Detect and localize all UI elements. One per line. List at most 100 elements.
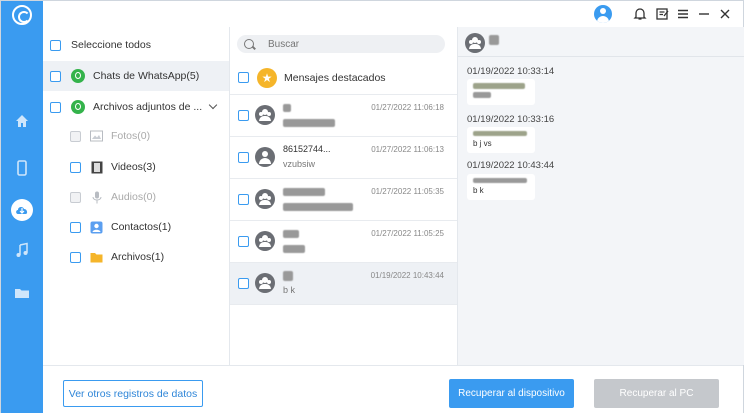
sub-item-videos[interactable]: Videos(3) (43, 154, 229, 180)
message-time: 01/19/2022 10:33:14 (467, 66, 555, 77)
videos-checkbox[interactable] (70, 161, 81, 173)
chat-checkbox[interactable] (238, 152, 249, 163)
close-icon[interactable] (716, 5, 734, 23)
star-icon: ★ (257, 67, 277, 88)
whatsapp-chats-checkbox[interactable] (50, 70, 61, 82)
chat-preview (283, 201, 353, 211)
chat-checkbox[interactable] (238, 110, 249, 121)
minimize-icon[interactable] (695, 5, 713, 23)
bell-icon[interactable] (631, 5, 649, 23)
featured-checkbox[interactable] (238, 72, 249, 83)
bottom-action-bar: Ver otros registros de datos Recuperar a… (43, 365, 743, 413)
chat-time: 01/19/2022 10:43:44 (370, 271, 444, 280)
feedback-icon[interactable] (653, 5, 671, 23)
cloud-icon[interactable] (14, 202, 30, 218)
videos-label: Videos(3) (111, 161, 156, 173)
left-rail (1, 1, 43, 413)
chat-time: 01/27/2022 11:06:13 (371, 145, 444, 154)
other-records-button[interactable]: Ver otros registros de datos (63, 380, 203, 407)
select-all-row[interactable]: Seleccione todos (43, 30, 229, 60)
search-input[interactable] (268, 38, 428, 50)
message-bubble: b k (467, 174, 535, 200)
conversation-panel: 01/19/2022 10:33:14 01/19/2022 10:33:16 … (458, 27, 744, 365)
chat-name (283, 102, 291, 112)
chat-name: 86152744... (283, 144, 331, 154)
files-checkbox[interactable] (70, 251, 81, 263)
chat-time: 01/27/2022 11:05:25 (371, 229, 444, 238)
folder-icon (90, 251, 103, 264)
message-text: b j vs (473, 139, 492, 148)
chat-preview (283, 117, 335, 127)
chat-item[interactable]: 86152744... vzubsiw 01/27/2022 11:06:13 (230, 137, 457, 179)
photos-checkbox (70, 130, 81, 142)
app-logo-icon (12, 5, 32, 25)
music-icon[interactable] (14, 242, 30, 258)
whatsapp-icon (71, 100, 85, 114)
recover-to-device-button[interactable]: Recuperar al dispositivo (449, 379, 574, 408)
featured-label: Mensajes destacados (284, 71, 386, 84)
chat-item[interactable]: b k 01/19/2022 10:43:44 (230, 263, 457, 305)
sub-item-audios: Audios(0) (43, 184, 229, 210)
conversation-header (458, 27, 744, 57)
chat-preview: vzubsiw (283, 159, 316, 169)
phone-icon[interactable] (14, 160, 30, 176)
sub-item-contacts[interactable]: Contactos(1) (43, 214, 229, 240)
image-icon (90, 130, 103, 143)
chat-name (283, 186, 325, 196)
chat-checkbox[interactable] (238, 278, 249, 289)
search-icon (244, 39, 254, 49)
whatsapp-icon (71, 69, 85, 83)
chevron-down-icon[interactable] (208, 100, 218, 110)
featured-messages-row[interactable]: ★ Mensajes destacados (230, 61, 457, 95)
chat-list-panel: ★ Mensajes destacados 01/27/2022 11:06:1… (230, 27, 458, 365)
conversation-title (489, 35, 499, 45)
sub-item-files[interactable]: Archivos(1) (43, 244, 229, 270)
group-avatar-icon (465, 33, 485, 53)
photos-label: Fotos(0) (111, 130, 151, 142)
attachments-label: Archivos adjuntos de ... (93, 101, 203, 113)
whatsapp-chats-label: Chats de WhatsApp(5) (93, 70, 200, 82)
film-icon (90, 161, 103, 174)
chat-time: 01/27/2022 11:06:18 (371, 103, 444, 112)
audios-checkbox (70, 191, 81, 203)
chat-preview (283, 243, 305, 253)
user-avatar-icon (255, 147, 275, 167)
chat-item[interactable]: 01/27/2022 11:05:35 (230, 179, 457, 221)
category-panel: Seleccione todos Chats de WhatsApp(5) Ar… (43, 27, 230, 365)
whatsapp-chats-row[interactable]: Chats de WhatsApp(5) (43, 61, 229, 91)
group-avatar-icon (255, 273, 275, 293)
chat-item[interactable]: 01/27/2022 11:06:18 (230, 95, 457, 137)
home-icon[interactable] (14, 113, 30, 129)
microphone-icon (90, 191, 103, 204)
search-box[interactable] (237, 35, 445, 53)
message-time: 01/19/2022 10:33:16 (467, 114, 555, 125)
folder-icon[interactable] (14, 285, 30, 301)
attachments-row[interactable]: Archivos adjuntos de ... (43, 92, 229, 122)
chat-checkbox[interactable] (238, 236, 249, 247)
message-time: 01/19/2022 10:43:44 (467, 160, 555, 171)
chat-checkbox[interactable] (238, 194, 249, 205)
select-all-checkbox[interactable] (50, 39, 61, 51)
chat-name (283, 228, 299, 238)
sub-item-photos: Fotos(0) (43, 123, 229, 149)
select-all-label: Seleccione todos (71, 39, 151, 51)
chat-name (283, 270, 293, 281)
attachments-checkbox[interactable] (50, 101, 61, 113)
chat-time: 01/27/2022 11:05:35 (371, 187, 444, 196)
message-bubble: b j vs (467, 127, 535, 153)
files-label: Archivos(1) (111, 251, 165, 263)
contact-icon (90, 221, 103, 234)
recover-to-pc-button: Recuperar al PC (594, 379, 719, 408)
title-bar (43, 1, 743, 27)
chat-preview: b k (283, 285, 296, 295)
group-avatar-icon (255, 189, 275, 209)
chat-item[interactable]: 01/27/2022 11:05:25 (230, 221, 457, 263)
menu-icon[interactable] (674, 5, 692, 23)
audios-label: Audios(0) (111, 191, 156, 203)
message-bubble (467, 79, 535, 105)
group-avatar-icon (255, 105, 275, 125)
message-text: b k (473, 186, 484, 195)
contacts-checkbox[interactable] (70, 221, 81, 233)
contacts-label: Contactos(1) (111, 221, 172, 233)
account-icon[interactable] (594, 5, 612, 23)
